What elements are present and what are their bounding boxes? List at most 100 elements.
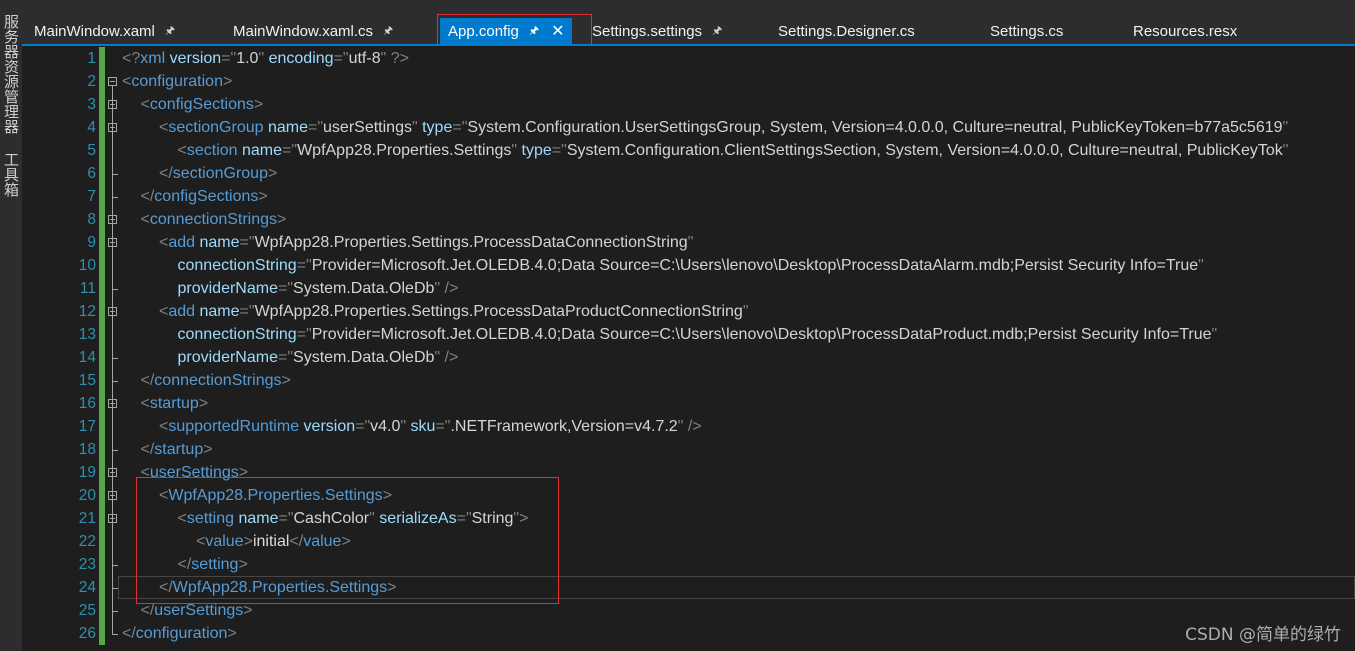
line-number: 2	[87, 73, 96, 90]
line-number: 1	[87, 50, 96, 67]
tab-mainwindow-xaml[interactable]: MainWindow.xaml 🖈	[34, 18, 175, 44]
change-indicator	[99, 277, 105, 300]
outline-guide-end	[112, 634, 118, 635]
code-line[interactable]: <configSections>	[141, 93, 264, 116]
change-indicator	[99, 346, 105, 369]
line-number: 17	[78, 418, 96, 435]
code-line[interactable]: <add name="WpfApp28.Properties.Settings.…	[159, 231, 693, 254]
tab-settings-settings[interactable]: Settings.settings 🖈	[592, 18, 722, 44]
code-line[interactable]: </sectionGroup>	[159, 162, 277, 185]
line-number: 13	[78, 326, 96, 343]
tab-label: Settings.settings	[592, 22, 703, 40]
change-indicator	[99, 392, 105, 415]
outline-guide-end	[112, 381, 118, 382]
code-line[interactable]: <sectionGroup name="userSettings" type="…	[159, 116, 1288, 139]
change-indicator	[99, 415, 105, 438]
tab-settings-cs[interactable]: Settings.cs	[990, 18, 1063, 44]
code-line[interactable]: providerName="System.Data.OleDb" />	[178, 346, 459, 369]
code-line[interactable]: </WpfApp28.Properties.Settings>	[159, 576, 396, 599]
change-indicator	[99, 507, 105, 530]
code-line[interactable]: <configuration>	[122, 70, 232, 93]
change-indicator	[99, 47, 105, 70]
server-explorer-tab[interactable]: 服务器资源管理器	[2, 14, 20, 134]
line-number: 7	[87, 188, 96, 205]
line-number: 6	[87, 165, 96, 182]
line-number: 5	[87, 142, 96, 159]
code-line[interactable]: <userSettings>	[141, 461, 249, 484]
code-line[interactable]: <connectionStrings>	[141, 208, 287, 231]
line-number: 12	[78, 303, 96, 320]
line-number: 22	[78, 533, 96, 550]
outline-guide	[112, 247, 113, 289]
code-line[interactable]: <section name="WpfApp28.Properties.Setti…	[178, 139, 1289, 162]
outline-guide	[112, 316, 113, 358]
change-indicator	[99, 622, 105, 645]
tab-label: Resources.resx	[1133, 22, 1238, 40]
tab-label: MainWindow.xaml.cs	[233, 22, 374, 40]
line-number: 15	[78, 372, 96, 389]
collapse-icon[interactable]	[108, 77, 117, 86]
code-line[interactable]: </userSettings>	[141, 599, 253, 622]
code-line[interactable]: </configuration>	[122, 622, 237, 645]
code-line[interactable]: <?xml version="1.0" encoding="utf-8" ?>	[122, 47, 409, 70]
outline-guide-end	[112, 289, 118, 290]
line-number: 26	[78, 625, 96, 642]
change-indicator	[99, 438, 105, 461]
code-line[interactable]: <supportedRuntime version="v4.0" sku=".N…	[159, 415, 702, 438]
code-line[interactable]: </configSections>	[141, 185, 268, 208]
line-number: 14	[78, 349, 96, 366]
change-indicator	[99, 461, 105, 484]
outline-guide	[112, 408, 113, 450]
toolbox-tab[interactable]: 工具箱	[2, 152, 20, 197]
code-line[interactable]: connectionString="Provider=Microsoft.Jet…	[178, 254, 1204, 277]
outline-guide-end	[112, 174, 118, 175]
code-line[interactable]: </startup>	[141, 438, 213, 461]
change-indicator	[99, 254, 105, 277]
tab-resources-resx[interactable]: Resources.resx	[1133, 18, 1237, 44]
tab-mainwindow-xaml-cs[interactable]: MainWindow.xaml.cs 🖈	[233, 18, 393, 44]
line-number: 10	[78, 257, 96, 274]
code-line[interactable]: <add name="WpfApp28.Properties.Settings.…	[159, 300, 749, 323]
tab-label: App.config	[448, 22, 519, 40]
line-number: 11	[79, 280, 96, 297]
code-line[interactable]: </setting>	[178, 553, 248, 576]
code-line[interactable]: </connectionStrings>	[141, 369, 291, 392]
pin-icon[interactable]: 🖈	[712, 22, 722, 41]
editor-margin	[22, 46, 50, 651]
side-toolbar: 服务器资源管理器 工具箱	[0, 0, 23, 651]
pin-icon[interactable]: 🖈	[165, 22, 175, 41]
tab-label: Settings.Designer.cs	[778, 22, 915, 40]
change-indicator	[99, 300, 105, 323]
change-indicator	[99, 530, 105, 553]
code-line[interactable]: <WpfApp28.Properties.Settings>	[159, 484, 392, 507]
close-icon[interactable]: ✕	[551, 21, 564, 41]
outline-guide-end	[112, 565, 118, 566]
pin-icon[interactable]: 🖈	[383, 22, 393, 41]
code-line[interactable]: <startup>	[141, 392, 209, 415]
pin-icon[interactable]: 🖈	[529, 22, 539, 41]
code-line[interactable]: <value>initial</value>	[196, 530, 351, 553]
outline-guide-end	[112, 588, 118, 589]
code-line[interactable]: <setting name="CashColor" serializeAs="S…	[178, 507, 529, 530]
code-line[interactable]: providerName="System.Data.OleDb" />	[178, 277, 459, 300]
tab-app-config[interactable]: App.config 🖈 ✕	[440, 18, 573, 44]
line-number: 25	[78, 602, 96, 619]
outline-guide-end	[112, 450, 118, 451]
tab-label: Settings.cs	[990, 22, 1064, 40]
change-indicator	[99, 116, 105, 139]
line-number: 19	[78, 464, 96, 481]
line-number: 18	[78, 441, 96, 458]
change-indicator	[99, 185, 105, 208]
code-line[interactable]: connectionString="Provider=Microsoft.Jet…	[178, 323, 1218, 346]
outline-guide-end	[112, 358, 118, 359]
outline-guide-end	[112, 611, 118, 612]
change-indicator	[99, 369, 105, 392]
tab-settings-designer-cs[interactable]: Settings.Designer.cs	[778, 18, 915, 44]
line-number: 21	[78, 510, 96, 527]
change-indicator	[99, 576, 105, 599]
line-number: 4	[87, 119, 96, 136]
tab-label: MainWindow.xaml	[34, 22, 155, 40]
change-indicator	[99, 484, 105, 507]
change-indicator	[99, 162, 105, 185]
watermark: CSDN @简单的绿竹	[1185, 625, 1341, 645]
